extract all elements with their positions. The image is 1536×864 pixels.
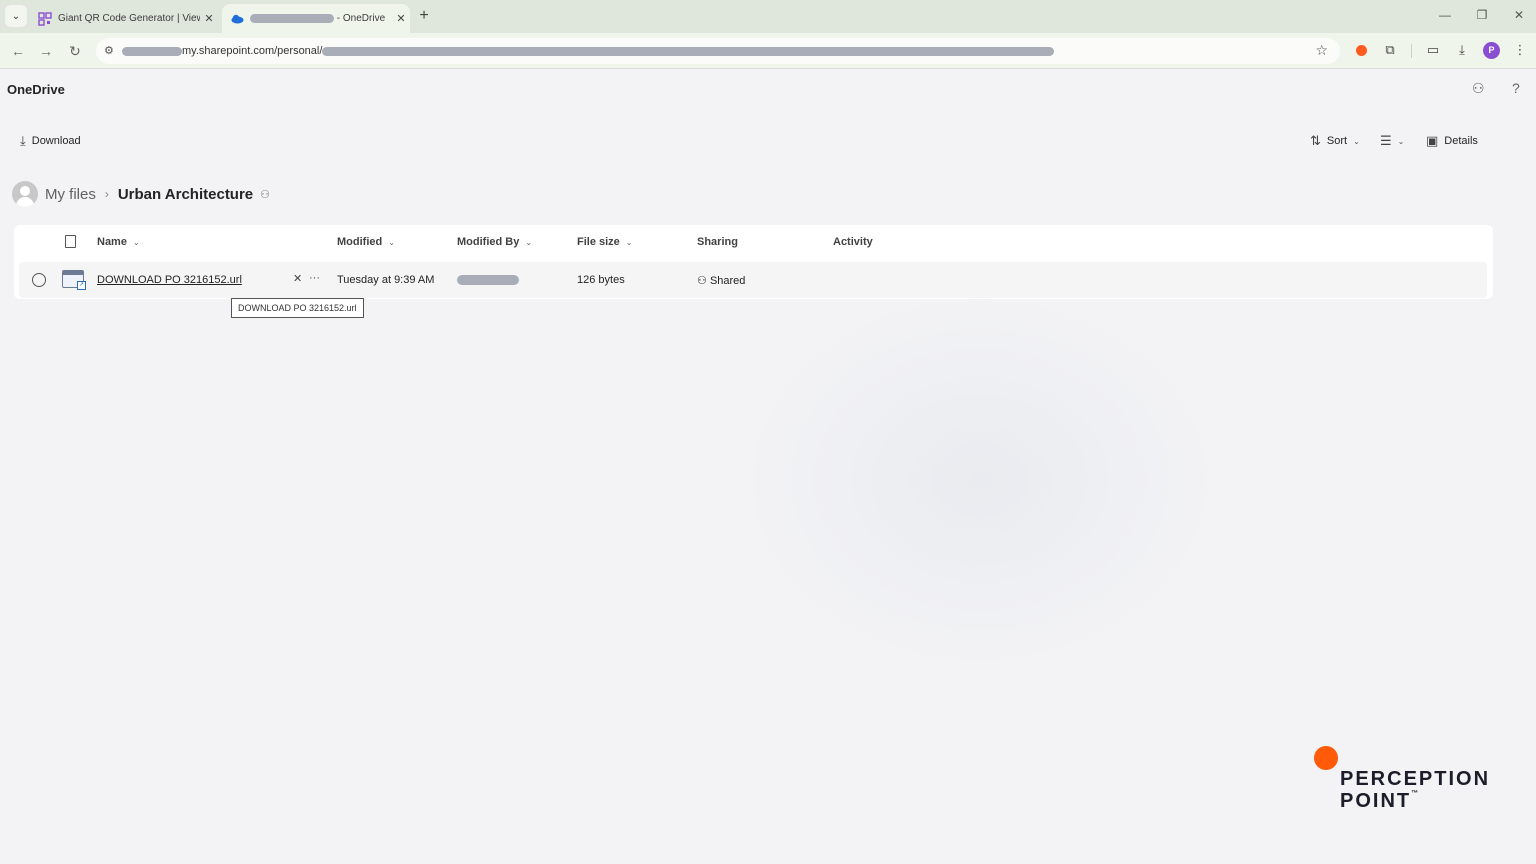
shared-people-icon: ⚇ — [697, 275, 707, 287]
forward-icon[interactable]: → — [36, 41, 56, 61]
extensions-puzzle-icon[interactable]: ⧉ — [1381, 42, 1399, 58]
close-tab-icon[interactable]: ✕ — [392, 12, 410, 25]
chevron-down-icon: ⌄ — [1353, 136, 1360, 146]
download-button[interactable]: ⤓ Download — [20, 133, 81, 149]
profile-avatar[interactable]: P — [1483, 42, 1500, 59]
more-actions-icon[interactable]: ··· — [309, 272, 320, 284]
download-icon: ⤓ — [20, 133, 26, 148]
column-header-name[interactable]: Name ⌄ — [97, 236, 140, 248]
perception-point-logo: PERCEPTION POINT™ — [1312, 744, 1502, 814]
toolbar-divider — [1411, 44, 1412, 58]
details-pane-icon: ▣ — [1426, 133, 1439, 148]
column-header-activity[interactable]: Activity — [833, 236, 873, 248]
chevron-down-icon: ⌄ — [525, 237, 533, 247]
close-tab-icon[interactable]: ✕ — [200, 12, 218, 25]
brand-line-2: POINT™ — [1340, 790, 1419, 812]
minimize-icon[interactable]: — — [1435, 8, 1455, 22]
new-tab-icon[interactable]: + — [414, 7, 434, 25]
details-button[interactable]: ▣ Details — [1426, 133, 1478, 149]
chevron-down-icon: ⌄ — [132, 237, 140, 247]
browser-tab-strip: ⌄ Giant QR Code Generator | View ✕ - One… — [0, 0, 1536, 33]
site-settings-icon[interactable]: ⚙ — [104, 44, 114, 57]
chevron-down-icon: ⌄ — [388, 237, 395, 247]
cast-icon[interactable]: ▭ — [1424, 42, 1442, 58]
shared-people-icon: ⚇ — [260, 188, 271, 201]
breadcrumb-my-files[interactable]: My files — [45, 186, 96, 203]
browser-menu-icon[interactable]: ⋮ — [1511, 42, 1529, 58]
people-settings-icon[interactable]: ⚇ — [1472, 80, 1485, 97]
chevron-right-icon: › — [104, 187, 109, 201]
row-select-checkbox[interactable] — [32, 273, 46, 287]
file-type-icon[interactable] — [65, 235, 76, 248]
sharing-status[interactable]: ⚇ Shared — [697, 274, 745, 287]
breadcrumb-current-folder[interactable]: Urban Architecture — [118, 186, 253, 203]
tab-title: - OneDrive — [250, 13, 392, 24]
brand-dot — [1314, 746, 1338, 770]
sort-icon: ⇅ — [1310, 133, 1321, 148]
sort-button[interactable]: ⇅ Sort ⌄ — [1310, 133, 1360, 149]
list-view-icon: ☰ — [1380, 133, 1392, 148]
background-glow — [740, 290, 1220, 670]
reload-icon[interactable]: ↻ — [65, 41, 85, 61]
file-name-tooltip: DOWNLOAD PO 3216152.url — [231, 298, 364, 318]
column-header-file-size[interactable]: File size ⌄ — [577, 236, 633, 248]
qr-code-icon — [38, 11, 52, 26]
avatar — [12, 181, 38, 207]
table-row[interactable]: ↗ DOWNLOAD PO 3216152.url ✕ ··· Tuesday … — [19, 262, 1487, 298]
breadcrumb: My files › Urban Architecture ⚇ — [12, 180, 270, 208]
tab-onedrive[interactable]: - OneDrive ✕ — [222, 4, 410, 33]
file-list: Name ⌄ Modified ⌄ Modified By ⌄ File size ⌄ … — [14, 225, 1493, 299]
brand-line-1: PERCEPTION — [1340, 768, 1491, 790]
column-header-modified[interactable]: Modified ⌄ — [337, 236, 395, 248]
back-icon[interactable]: ← — [8, 41, 28, 61]
chevron-down-icon: ⌄ — [1397, 136, 1405, 146]
app-title: OneDrive — [7, 82, 65, 97]
restore-icon[interactable]: ❐ — [1472, 8, 1492, 22]
chevron-down-icon: ⌄ — [625, 237, 633, 247]
redacted-text — [250, 13, 334, 23]
column-header-modified-by[interactable]: Modified By ⌄ — [457, 236, 532, 248]
url-file-icon: ↗ — [62, 270, 86, 290]
help-icon[interactable]: ? — [1512, 80, 1520, 96]
extension-icon[interactable] — [1356, 45, 1367, 56]
address-bar[interactable]: ⚙ my.sharepoint.com/personal/ ☆ — [96, 38, 1340, 64]
modified-by-redacted — [457, 275, 519, 285]
redacted-text — [322, 46, 1055, 56]
bookmark-star-icon[interactable]: ☆ — [1315, 42, 1328, 59]
tab-search-chevron-icon[interactable]: ⌄ — [5, 5, 27, 27]
tab-qr-generator[interactable]: Giant QR Code Generator | View ✕ — [32, 4, 218, 33]
pin-icon[interactable]: ✕ — [293, 272, 302, 285]
modified-date: Tuesday at 9:39 AM — [337, 274, 435, 286]
onedrive-cloud-icon — [231, 14, 244, 23]
column-header-sharing[interactable]: Sharing — [697, 236, 738, 248]
address-url: my.sharepoint.com/personal/ — [122, 45, 1055, 57]
tab-title: Giant QR Code Generator | View — [58, 13, 200, 24]
file-size: 126 bytes — [577, 274, 625, 286]
view-options-button[interactable]: ☰ ⌄ — [1380, 133, 1404, 149]
close-window-icon[interactable]: ✕ — [1509, 8, 1529, 22]
downloads-icon[interactable]: ⤓ — [1453, 42, 1471, 58]
browser-toolbar: ← → ↻ ⚙ my.sharepoint.com/personal/ ☆ — [0, 33, 1536, 69]
file-name-link[interactable]: DOWNLOAD PO 3216152.url — [97, 274, 242, 286]
redacted-text — [122, 46, 182, 56]
